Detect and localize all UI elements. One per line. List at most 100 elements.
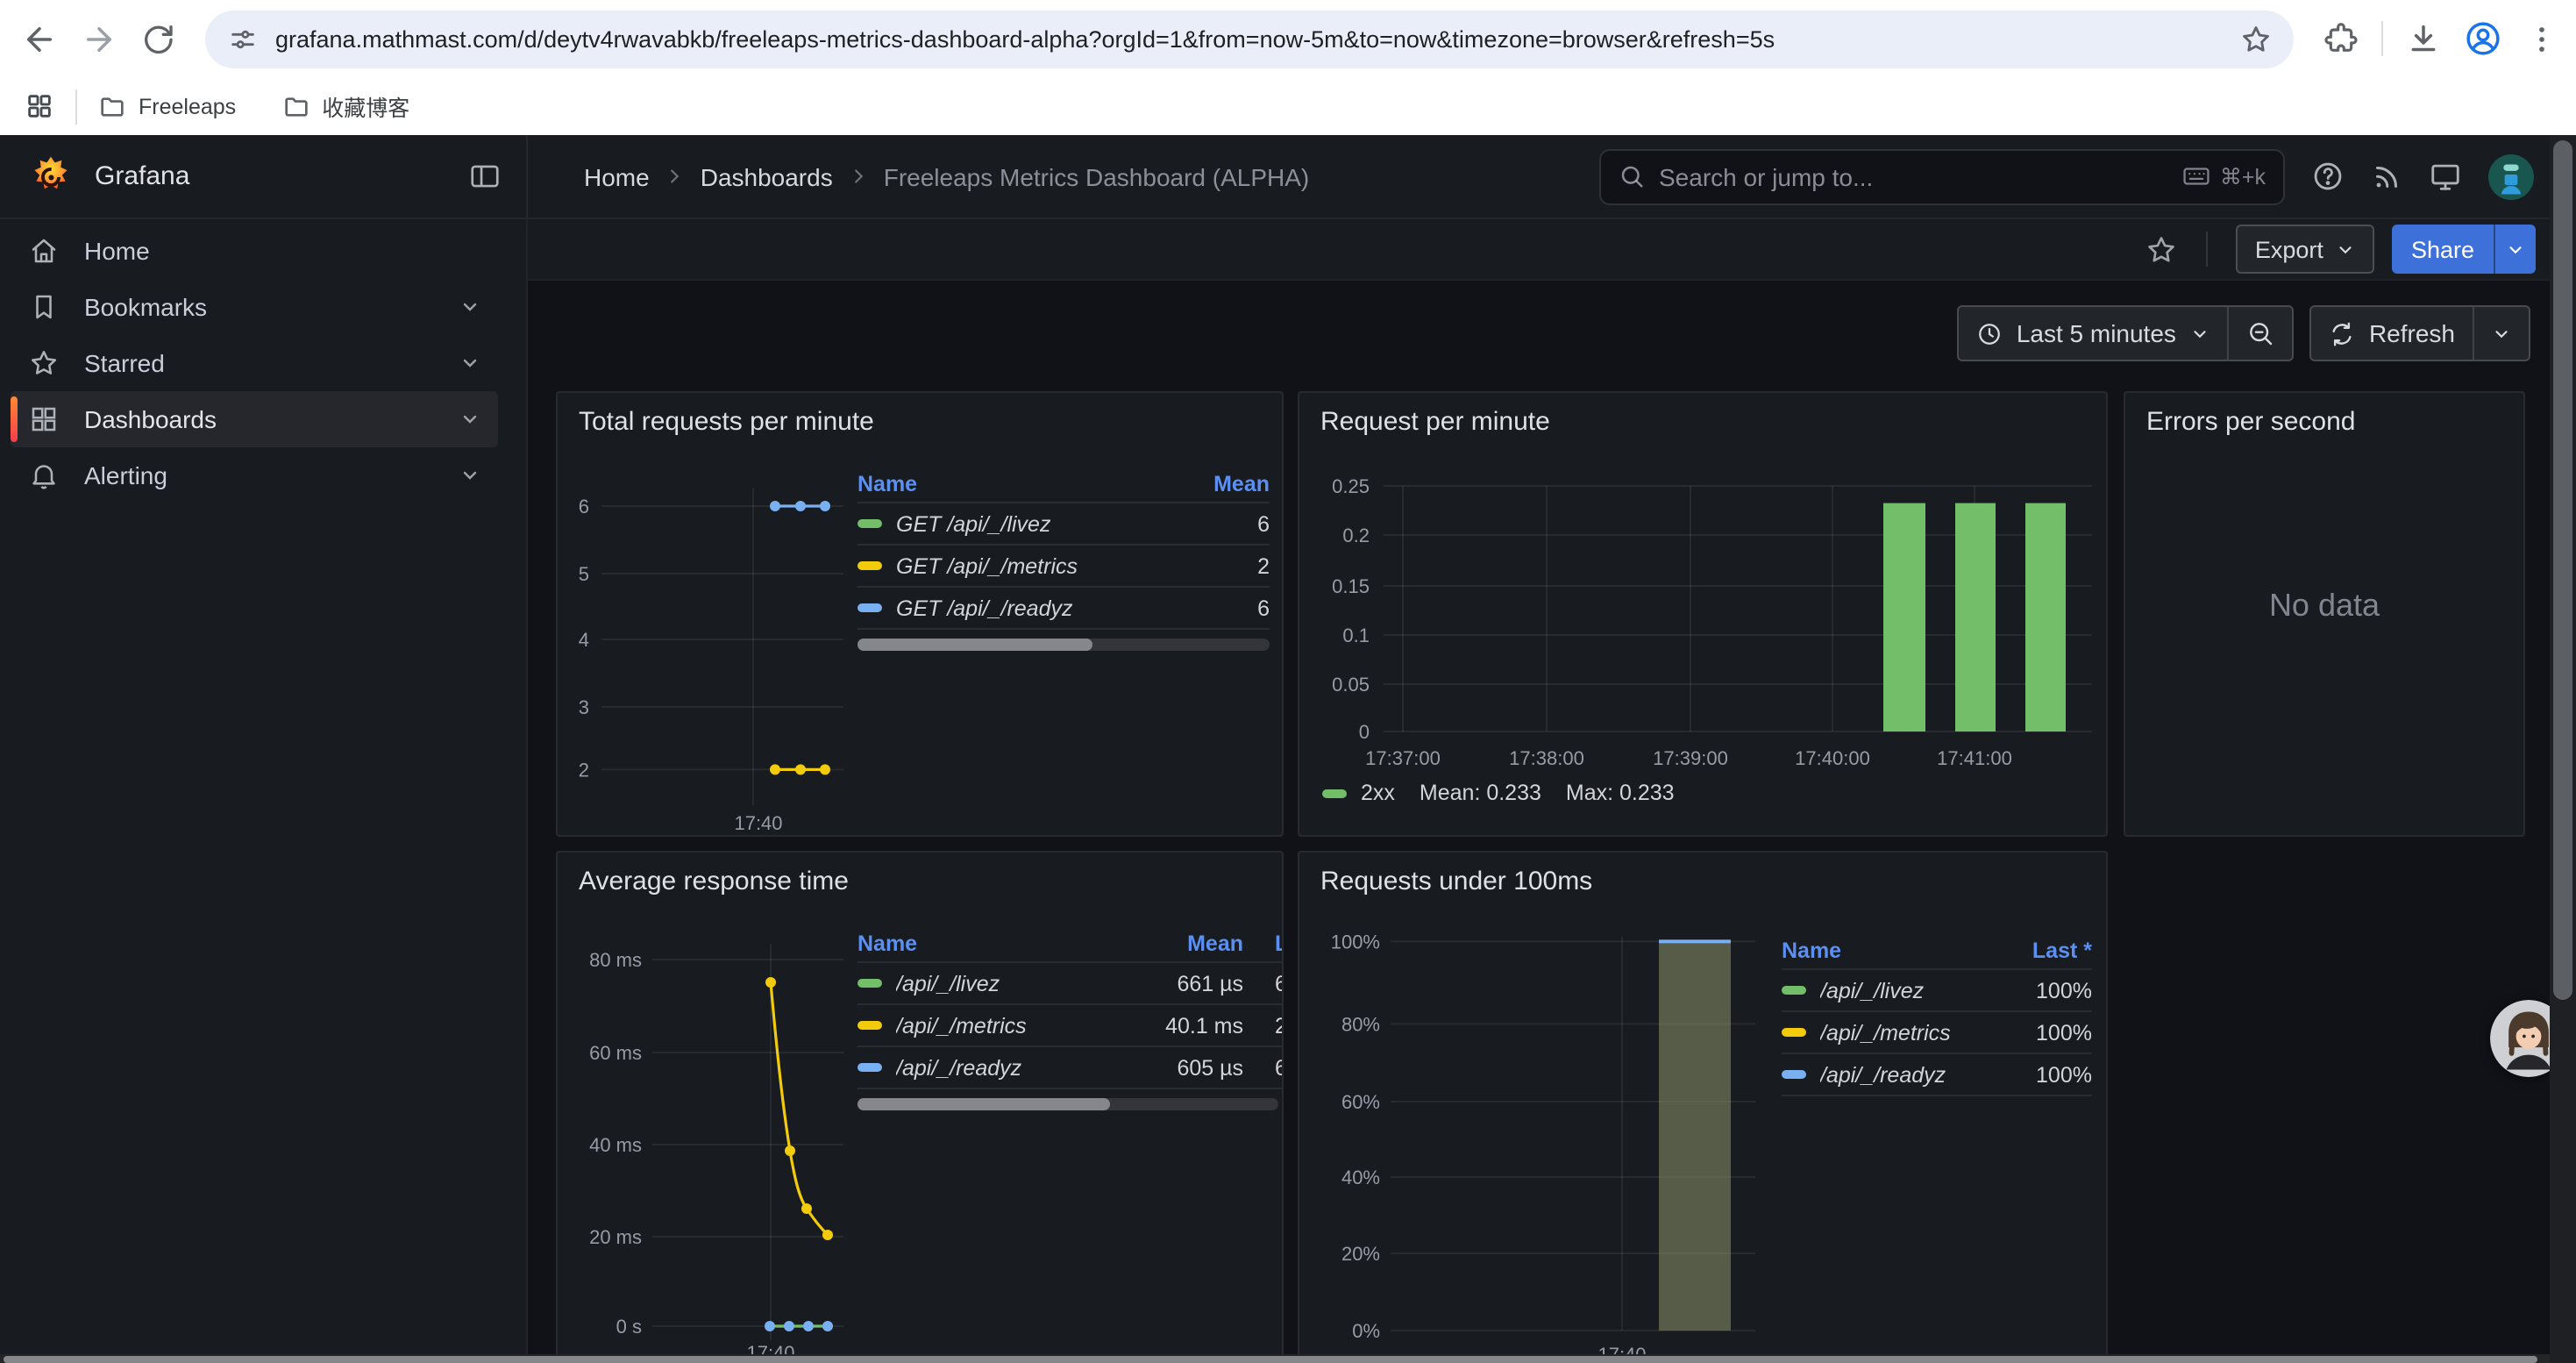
svg-text:4: 4: [579, 629, 589, 651]
bookmark-label: Freeleaps: [139, 94, 236, 118]
bookmarks-divider: [75, 89, 77, 124]
monitor-icon[interactable]: [2429, 160, 2462, 193]
bar-2xx[interactable]: [1883, 503, 1925, 731]
legend-row[interactable]: GET /api/_/metrics 2: [857, 546, 1270, 588]
star-icon: [28, 347, 60, 379]
legend-row[interactable]: /api/_/metrics 100%: [1782, 1012, 2092, 1054]
area-100pct[interactable]: [1659, 941, 1731, 1331]
keyboard-icon: [2181, 161, 2211, 191]
time-controls: Last 5 minutes Refresh: [1957, 305, 2530, 361]
legend-row[interactable]: GET /api/_/livez 6: [857, 503, 1270, 546]
legend-row[interactable]: /api/_/livez 661 µs 646: [857, 963, 1284, 1005]
legend-header-mean[interactable]: Mean: [1117, 931, 1243, 956]
bookmark-folder-freeleaps[interactable]: Freeleaps: [98, 92, 236, 120]
sidebar-toggle-icon[interactable]: [468, 160, 502, 193]
svg-text:0.1: 0.1: [1342, 624, 1370, 646]
chevron-down-icon[interactable]: [459, 409, 480, 430]
user-avatar[interactable]: [2488, 153, 2534, 199]
bookmark-folder-blogs[interactable]: 收藏博客: [281, 89, 409, 123]
chevron-down-icon[interactable]: [459, 296, 480, 318]
legend-header-last[interactable]: Last *: [1980, 938, 2092, 963]
favorite-star-button[interactable]: [2145, 232, 2178, 266]
time-range-group: Last 5 minutes: [1957, 305, 2294, 361]
breadcrumb-current: Freeleaps Metrics Dashboard (ALPHA): [884, 162, 1310, 190]
breadcrumb-dashboards[interactable]: Dashboards: [701, 162, 833, 190]
nav-right-cluster: Search or jump to... ⌘+k: [1599, 148, 2576, 204]
svg-text:17:40: 17:40: [734, 812, 782, 834]
sidebar-item-label: Dashboards: [84, 405, 217, 433]
export-button[interactable]: Export: [2236, 225, 2374, 274]
share-button[interactable]: Share: [2392, 225, 2494, 274]
toolbar-divider: [2381, 21, 2383, 56]
legend-header-last[interactable]: Las: [1243, 931, 1284, 956]
legend-header-mean[interactable]: Mean: [1138, 472, 1270, 496]
bar-2xx[interactable]: [1955, 503, 1996, 731]
legend-row[interactable]: GET /api/_/readyz 6: [857, 588, 1270, 630]
sidebar-item-bookmarks[interactable]: Bookmarks: [11, 279, 498, 335]
bar-chart: 0.25 0.2 0.15 0.1 0.05 0 17:37:00 17:38:…: [1299, 393, 2108, 837]
sidebar-item-label: Alerting: [84, 461, 167, 489]
dashboard-actions-bar: Export Share: [528, 219, 2576, 281]
panel-title[interactable]: Errors per second: [2146, 407, 2355, 437]
panel-request-per-minute[interactable]: Request per minute 0.25 0.2 0.15 0.1 0.0…: [1298, 391, 2108, 837]
sidebar-item-dashboards[interactable]: Dashboards: [11, 391, 498, 447]
profile-icon[interactable]: [2464, 19, 2502, 58]
panel-requests-under-100ms[interactable]: Requests under 100ms 100% 80% 60% 40% 20…: [1298, 851, 2108, 1363]
help-icon[interactable]: [2311, 160, 2345, 193]
legend-row[interactable]: /api/_/readyz 100%: [1782, 1054, 2092, 1096]
legend-inline[interactable]: 2xx Mean: 0.233 Max: 0.233: [1322, 781, 1675, 805]
chevron-down-icon[interactable]: [459, 465, 480, 486]
sidebar-item-starred[interactable]: Starred: [11, 335, 498, 391]
legend-scrollbar[interactable]: [857, 639, 1270, 651]
legend-header-name[interactable]: Name: [857, 931, 1117, 956]
vertical-scrollbar[interactable]: [2550, 135, 2576, 1363]
sidebar-item-home[interactable]: Home: [11, 223, 498, 279]
legend-header-name[interactable]: Name: [1782, 938, 1980, 963]
url-bar[interactable]: grafana.mathmast.com/d/deytv4rwavabkb/fr…: [205, 10, 2294, 68]
downloads-icon[interactable]: [2406, 21, 2441, 56]
legend-scrollbar[interactable]: [857, 1098, 1278, 1110]
series-color-metrics: [857, 561, 882, 570]
share-menu-button[interactable]: [2494, 225, 2536, 274]
menu-dots-icon[interactable]: [2525, 22, 2558, 55]
time-range-picker[interactable]: Last 5 minutes: [1959, 307, 2227, 360]
grafana-logo[interactable]: [28, 153, 74, 199]
svg-text:40%: 40%: [1341, 1167, 1380, 1188]
refresh-button[interactable]: Refresh: [2311, 307, 2473, 360]
back-icon[interactable]: [21, 20, 58, 57]
panel-avg-response-time[interactable]: Average response time 80 ms 60 ms 40 ms …: [556, 851, 1284, 1363]
horizontal-scrollbar[interactable]: [0, 1354, 2550, 1363]
svg-text:40 ms: 40 ms: [589, 1134, 642, 1156]
extensions-icon[interactable]: [2323, 21, 2359, 56]
sidebar-item-label: Starred: [84, 349, 165, 377]
scrollbar-thumb[interactable]: [2553, 140, 2572, 1000]
brand-block: Grafana: [0, 135, 528, 218]
svg-text:5: 5: [579, 563, 589, 585]
chevron-down-icon[interactable]: [459, 353, 480, 374]
panel-total-requests[interactable]: Total requests per minute 6 5 4 3 2 17:4…: [556, 391, 1284, 837]
scrollbar-thumb[interactable]: [4, 1355, 2537, 1362]
search-input[interactable]: Search or jump to... ⌘+k: [1599, 148, 2285, 204]
bookmark-star-icon[interactable]: [2239, 22, 2273, 55]
legend-row[interactable]: /api/_/livez 100%: [1782, 970, 2092, 1012]
refresh-interval-button[interactable]: [2473, 307, 2529, 360]
url-text[interactable]: grafana.mathmast.com/d/deytv4rwavabkb/fr…: [275, 25, 2222, 52]
series-color-2xx: [1322, 789, 1347, 797]
rss-icon[interactable]: [2371, 161, 2402, 192]
breadcrumb-home[interactable]: Home: [584, 162, 650, 190]
bookmarks-bar: Freeleaps 收藏博客: [0, 77, 2576, 135]
apps-grid-icon[interactable]: [25, 91, 54, 121]
legend-row[interactable]: /api/_/metrics 40.1 ms 20.5 m: [857, 1005, 1284, 1047]
brand-name[interactable]: Grafana: [95, 161, 447, 191]
bar-2xx[interactable]: [2025, 503, 2066, 731]
browser-toolbar: grafana.mathmast.com/d/deytv4rwavabkb/fr…: [0, 0, 2576, 77]
legend-header-name[interactable]: Name: [857, 472, 1138, 496]
panel-errors-per-second[interactable]: Errors per second No data: [2124, 391, 2525, 837]
legend-row[interactable]: /api/_/readyz 605 µs 620: [857, 1047, 1284, 1089]
sidebar-item-alerting[interactable]: Alerting: [11, 447, 498, 503]
reload-icon[interactable]: [140, 21, 175, 56]
site-info-icon[interactable]: [228, 24, 258, 54]
forward-icon[interactable]: [81, 20, 117, 57]
zoom-out-button[interactable]: [2227, 307, 2292, 360]
series-max: Max: 0.233: [1566, 781, 1675, 805]
